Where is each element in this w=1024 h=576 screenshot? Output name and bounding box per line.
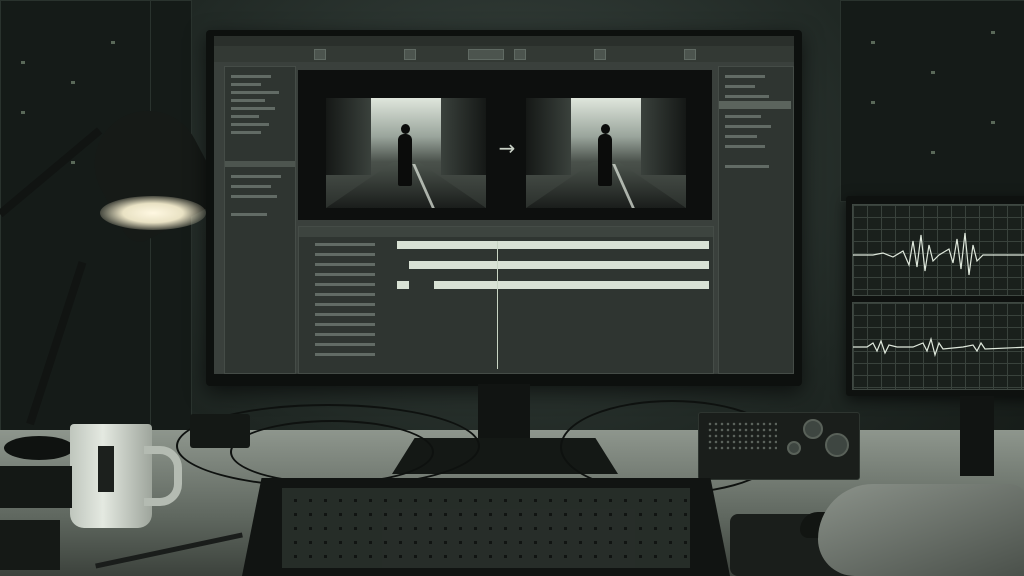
timeline-clip[interactable] <box>434 281 709 289</box>
volume-knob[interactable] <box>803 419 823 439</box>
video-editor-screen: → <box>214 36 794 374</box>
program-monitor: → <box>298 70 712 220</box>
tool-button[interactable] <box>684 49 696 60</box>
effects-panel <box>718 66 794 374</box>
audio-monitor <box>846 196 1024 396</box>
panel-divider <box>225 161 295 167</box>
mug-label <box>98 446 114 492</box>
gain-knob[interactable] <box>825 433 849 457</box>
main-monitor: → <box>206 30 802 386</box>
coffee-mug <box>70 424 152 528</box>
track-area[interactable] <box>397 241 709 369</box>
cable <box>230 420 434 484</box>
figure-silhouette <box>598 124 612 186</box>
timeline-clip[interactable] <box>397 281 410 289</box>
timeline-panel <box>298 226 714 374</box>
audio-interface <box>698 412 860 480</box>
play-button[interactable] <box>468 49 504 60</box>
lamp-light <box>100 196 206 230</box>
power-adapter <box>190 414 250 448</box>
waveform-panel-top <box>852 204 1024 296</box>
tool-button[interactable] <box>594 49 606 60</box>
mug-handle <box>144 446 182 506</box>
input-knob[interactable] <box>787 441 801 455</box>
keyboard-left <box>0 466 72 508</box>
audio-waveform <box>853 336 1024 358</box>
toolbar <box>214 46 794 62</box>
timeline-toolbar <box>299 227 713 237</box>
keyboard[interactable] <box>242 478 730 576</box>
source-clip-frame <box>326 98 486 208</box>
timeline-clip[interactable] <box>409 261 709 269</box>
selected-effect[interactable] <box>719 101 791 109</box>
track-headers <box>315 239 395 369</box>
arrow-right-icon: → <box>498 136 516 160</box>
media-browser-panel <box>224 66 296 374</box>
tool-button[interactable] <box>314 49 326 60</box>
audio-waveform <box>853 232 1024 276</box>
figure-silhouette <box>398 124 412 186</box>
notebook <box>0 520 60 570</box>
tool-button[interactable] <box>514 49 526 60</box>
monitor-stand <box>478 384 530 444</box>
playhead[interactable] <box>496 241 498 369</box>
audio-monitor-stand <box>960 396 994 476</box>
hand <box>818 484 1024 576</box>
lamp-base <box>4 436 74 460</box>
waveform-panel-bottom <box>852 302 1024 390</box>
target-clip-frame <box>526 98 686 208</box>
timeline-clip[interactable] <box>397 241 709 249</box>
tool-button[interactable] <box>404 49 416 60</box>
server-rack-right <box>840 0 1024 202</box>
speaker-grille <box>707 421 777 451</box>
menu-bar[interactable] <box>214 36 794 46</box>
